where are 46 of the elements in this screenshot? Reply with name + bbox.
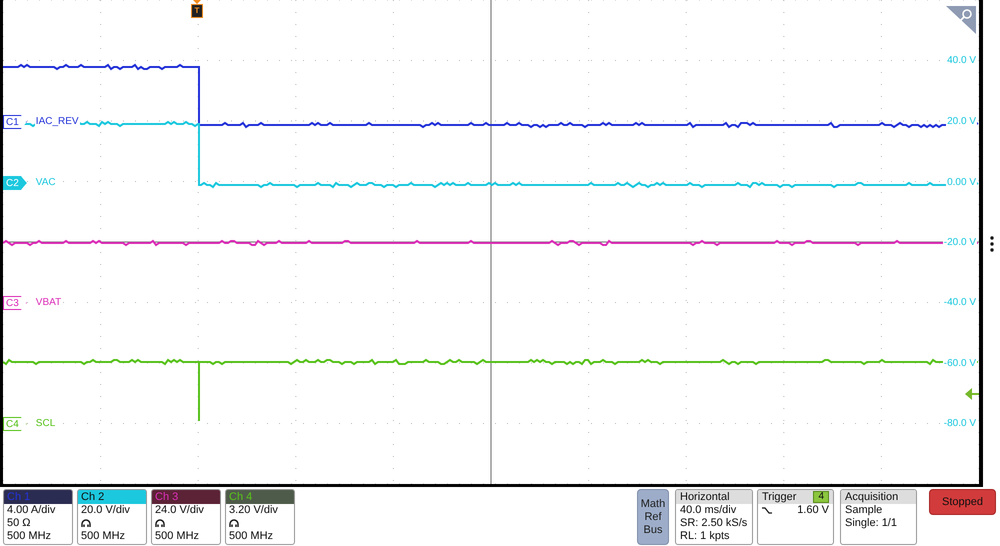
probe-icon <box>81 519 91 528</box>
channel-panel-header: Ch 2 <box>78 490 146 504</box>
panel-header: Horizontal <box>676 490 752 504</box>
scale-label: -20.0 V <box>942 237 977 249</box>
channel-panel-header: Ch 1 <box>4 490 72 504</box>
math-ref-bus-button[interactable]: Math Ref Bus <box>637 489 669 545</box>
channel-panel-header: Ch 4 <box>226 490 294 504</box>
horizontal-setting: 40.0 ms/div <box>680 504 738 517</box>
horizontal-setting: RL: 1 kpts <box>680 530 731 543</box>
channel-panel[interactable]: Ch 2 20.0 V/div 500 MHz <box>77 489 147 545</box>
channel-marker[interactable]: C3 <box>3 296 27 310</box>
vertical-scale: 3.20 V/div <box>229 504 279 517</box>
probe-icon <box>155 519 165 528</box>
panel-header: Acquisition <box>841 490 916 504</box>
more-options-icon[interactable] <box>990 236 994 252</box>
probe-icon <box>229 519 239 528</box>
acquisition-panel[interactable]: Acquisition Sample Single: 1/1 <box>840 489 917 545</box>
bandwidth-label: 500 MHz <box>229 530 274 543</box>
trigger-panel[interactable]: Trigger 4 1.60 V <box>757 489 834 545</box>
acquisition-setting: Sample <box>845 504 884 517</box>
falling-edge-icon <box>762 507 772 514</box>
horizontal-panel[interactable]: Horizontal 40.0 ms/div SR: 2.50 kS/s RL: 1 kpts <box>675 489 753 545</box>
trigger-level-icon[interactable] <box>965 387 979 401</box>
run-stop-button[interactable]: Stopped <box>929 489 996 515</box>
panel-header: Trigger <box>762 490 796 504</box>
bandwidth-label: 500 MHz <box>7 530 52 543</box>
vertical-scale: 24.0 V/div <box>155 504 205 517</box>
acquisition-setting: Single: 1/1 <box>845 517 898 530</box>
scale-label: 20.0 V <box>946 116 977 128</box>
channel-panel[interactable]: Ch 4 3.20 V/div 500 MHz <box>225 489 295 545</box>
trigger-marker[interactable]: T <box>191 4 203 18</box>
bandwidth-label: 500 MHz <box>81 530 126 543</box>
bandwidth-label: 500 MHz <box>155 530 200 543</box>
channel-label: IAC_REV <box>34 116 80 128</box>
horizontal-setting: SR: 2.50 kS/s <box>680 517 748 530</box>
trigger-level: 1.60 V <box>797 504 829 517</box>
channel-panel-header: Ch 3 <box>152 490 220 504</box>
vertical-scale: 4.00 A/div <box>7 504 56 517</box>
channel-panel[interactable]: Ch 1 4.00 A/div 50 Ω 500 MHz <box>3 489 73 545</box>
channel-marker[interactable]: C1 <box>3 115 27 129</box>
zoom-icon[interactable] <box>946 6 976 34</box>
vertical-scale: 20.0 V/div <box>81 504 131 517</box>
trigger-source-badge: 4 <box>813 491 829 503</box>
scale-label: 0.00 V <box>946 177 977 189</box>
impedance-label: 50 Ω <box>7 517 32 530</box>
channel-panel[interactable]: Ch 3 24.0 V/div 500 MHz <box>151 489 221 545</box>
